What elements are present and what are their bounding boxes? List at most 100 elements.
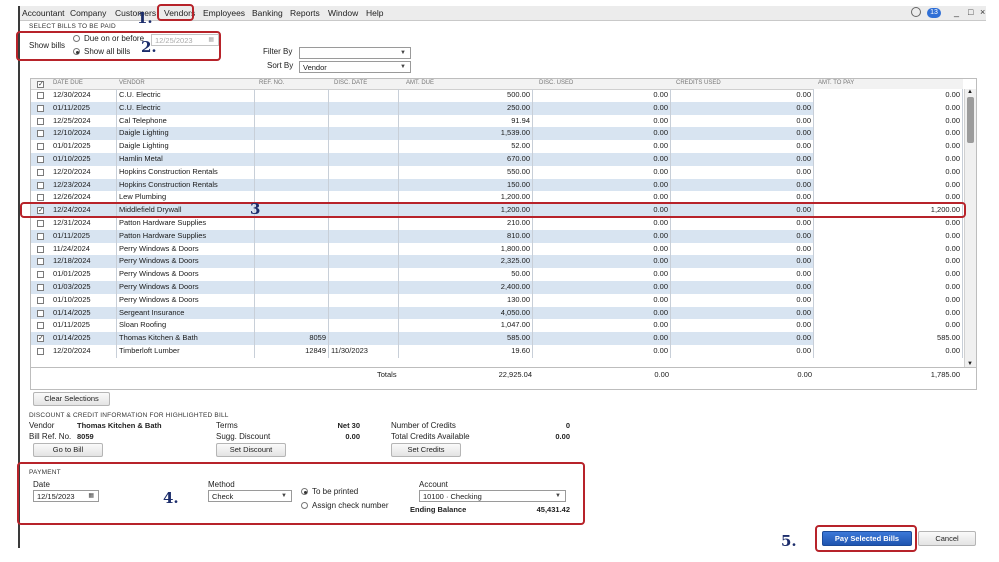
row-checkbox[interactable] bbox=[37, 220, 44, 227]
header-vendor[interactable]: VENDOR bbox=[119, 80, 145, 86]
header-amt-to-pay[interactable]: AMT. TO PAY bbox=[818, 80, 854, 86]
clear-selections-button[interactable]: Clear Selections bbox=[33, 392, 110, 406]
table-row[interactable]: 01/10/2025 Perry Windows & Doors 130.00 0.0… bbox=[31, 293, 963, 307]
minimize-button[interactable]: _ bbox=[954, 7, 959, 17]
row-checkbox[interactable] bbox=[37, 117, 44, 125]
table-row[interactable]: ✓ 01/14/2025 Thomas Kitchen & Bath 8059 585.… bbox=[31, 332, 963, 345]
row-checkbox[interactable] bbox=[37, 143, 44, 151]
header-credits-used[interactable]: CREDITS USED bbox=[676, 80, 721, 86]
row-checkbox[interactable] bbox=[37, 92, 44, 99]
cell-amt-to-pay[interactable]: 0.00 bbox=[814, 114, 963, 128]
cancel-button[interactable]: Cancel bbox=[918, 531, 976, 546]
cell-amt-to-pay[interactable]: 0.00 bbox=[814, 345, 963, 358]
table-row[interactable]: 12/20/2024 Timberloft Lumber 12849 11/30/20… bbox=[31, 345, 963, 358]
row-checkbox[interactable] bbox=[37, 322, 44, 330]
cell-amt-to-pay[interactable]: 0.00 bbox=[814, 178, 963, 192]
cell-date: 01/14/2025 bbox=[51, 332, 117, 345]
row-checkbox[interactable]: ✓ bbox=[37, 335, 44, 343]
close-button[interactable]: × bbox=[980, 7, 985, 17]
cell-amt-to-pay[interactable]: 0.00 bbox=[814, 319, 963, 333]
notification-badge[interactable]: 13 bbox=[927, 8, 941, 18]
table-row[interactable]: 12/25/2024 Cal Telephone 91.94 0.00 0.00 0.00 bbox=[31, 114, 963, 128]
cell-amt-due: 150.00 bbox=[399, 178, 533, 192]
header-amt-due[interactable]: AMT. DUE bbox=[406, 80, 434, 86]
cell-ref bbox=[255, 242, 329, 256]
row-checkbox[interactable] bbox=[37, 232, 44, 240]
menu-employees[interactable]: Employees bbox=[203, 8, 245, 18]
row-checkbox[interactable] bbox=[37, 245, 44, 253]
bills-table: ✓ DATE DUE VENDOR REF. NO. DISC. DATE AM… bbox=[30, 78, 977, 368]
menu-help[interactable]: Help bbox=[366, 8, 383, 18]
table-row[interactable]: 12/23/2024 Hopkins Construction Rentals 15… bbox=[31, 178, 963, 192]
header-ref-no[interactable]: REF. NO. bbox=[259, 80, 284, 86]
scroll-down-icon[interactable]: ▼ bbox=[967, 361, 973, 367]
cell-disc-date bbox=[329, 332, 399, 345]
table-row[interactable]: 01/10/2025 Hamlin Metal 670.00 0.00 0.00 0.00 bbox=[31, 153, 963, 166]
set-discount-button[interactable]: Set Discount bbox=[216, 443, 286, 457]
header-disc-date[interactable]: DISC. DATE bbox=[334, 80, 367, 86]
table-row[interactable]: 12/20/2024 Hopkins Construction Rentals 55… bbox=[31, 165, 963, 179]
row-checkbox[interactable] bbox=[37, 296, 44, 304]
cell-amt-to-pay[interactable]: 0.00 bbox=[814, 153, 963, 166]
table-row[interactable]: 01/11/2025 Sloan Roofing 1,047.00 0.00 0.00 0… bbox=[31, 319, 963, 333]
row-checkbox[interactable] bbox=[37, 258, 44, 266]
table-row[interactable]: 12/31/2024 Patton Hardware Supplies 210.00… bbox=[31, 217, 963, 230]
cell-amt-to-pay[interactable]: 585.00 bbox=[814, 332, 963, 345]
row-checkbox[interactable] bbox=[37, 130, 44, 138]
sort-by-dropdown[interactable]: Vendor ▼ bbox=[299, 61, 411, 73]
table-row[interactable]: 01/11/2025 C.U. Electric 250.00 0.00 0.00 0.0… bbox=[31, 101, 963, 115]
cell-amt-to-pay[interactable]: 0.00 bbox=[814, 229, 963, 243]
menu-company[interactable]: Company bbox=[70, 8, 106, 18]
restore-icon[interactable]: □ bbox=[968, 7, 973, 17]
row-checkbox[interactable] bbox=[37, 271, 44, 279]
row-checkbox[interactable] bbox=[37, 309, 44, 317]
menu-banking[interactable]: Banking bbox=[252, 8, 283, 18]
cell-amt-to-pay[interactable]: 0.00 bbox=[814, 217, 963, 230]
cell-amt-to-pay[interactable]: 0.00 bbox=[814, 306, 963, 320]
table-row[interactable]: 01/14/2025 Sergeant Insurance 4,050.00 0.00… bbox=[31, 306, 963, 320]
table-row[interactable]: 01/01/2025 Perry Windows & Doors 50.00 0.00… bbox=[31, 268, 963, 281]
menu-reports[interactable]: Reports bbox=[290, 8, 320, 18]
cell-amt-to-pay[interactable]: 0.00 bbox=[814, 255, 963, 269]
row-checkbox[interactable] bbox=[37, 104, 44, 112]
cell-amt-to-pay[interactable]: 0.00 bbox=[814, 89, 963, 102]
table-row[interactable]: 12/30/2024 C.U. Electric 500.00 0.00 0.00 0.0… bbox=[31, 89, 963, 102]
go-to-bill-button[interactable]: Go to Bill bbox=[33, 443, 103, 457]
cell-vendor: Perry Windows & Doors bbox=[117, 281, 255, 294]
menu-window[interactable]: Window bbox=[328, 8, 358, 18]
cell-amt-to-pay[interactable]: 0.00 bbox=[814, 281, 963, 294]
cell-amt-to-pay[interactable]: 0.00 bbox=[814, 268, 963, 281]
table-row[interactable]: 12/10/2024 Daigle Lighting 1,539.00 0.00 0.0… bbox=[31, 127, 963, 141]
cell-amt-to-pay[interactable]: 0.00 bbox=[814, 127, 963, 141]
table-row[interactable]: 11/24/2024 Perry Windows & Doors 1,800.00 0… bbox=[31, 242, 963, 256]
set-credits-button[interactable]: Set Credits bbox=[391, 443, 461, 457]
table-scrollbar[interactable]: ▲ ▼ bbox=[964, 89, 976, 367]
clock-icon[interactable] bbox=[911, 7, 921, 17]
annotation-number-5: 5. bbox=[781, 532, 797, 550]
cell-amt-to-pay[interactable]: 0.00 bbox=[814, 140, 963, 153]
cell-amt-to-pay[interactable]: 0.00 bbox=[814, 101, 963, 115]
cell-amt-to-pay[interactable]: 0.00 bbox=[814, 242, 963, 256]
table-row[interactable]: 01/11/2025 Patton Hardware Supplies 810.00… bbox=[31, 229, 963, 243]
vendor-value: Thomas Kitchen & Bath bbox=[77, 421, 162, 430]
table-row[interactable]: 01/03/2025 Perry Windows & Doors 2,400.00 0… bbox=[31, 281, 963, 294]
table-row[interactable]: 01/01/2025 Daigle Lighting 52.00 0.00 0.00 0.… bbox=[31, 140, 963, 153]
header-disc-used[interactable]: DISC. USED bbox=[539, 80, 573, 86]
row-checkbox[interactable] bbox=[37, 348, 44, 355]
row-checkbox[interactable] bbox=[37, 168, 44, 176]
scroll-up-icon[interactable]: ▲ bbox=[967, 89, 973, 95]
row-checkbox[interactable] bbox=[37, 181, 44, 189]
header-date-due[interactable]: DATE DUE bbox=[53, 80, 83, 86]
scroll-thumb[interactable] bbox=[967, 97, 974, 143]
select-all-checkbox[interactable]: ✓ bbox=[37, 80, 44, 88]
table-row[interactable]: 12/18/2024 Perry Windows & Doors 2,325.00 0… bbox=[31, 255, 963, 269]
cell-amt-to-pay[interactable]: 0.00 bbox=[814, 293, 963, 307]
row-checkbox[interactable] bbox=[37, 194, 44, 202]
filter-by-dropdown[interactable]: ▼ bbox=[299, 47, 411, 59]
row-checkbox[interactable] bbox=[37, 284, 44, 291]
cell-credits-used: 0.00 bbox=[671, 242, 814, 256]
menu-accountant[interactable]: Accountant bbox=[22, 8, 65, 18]
row-checkbox[interactable] bbox=[37, 156, 44, 163]
cell-amt-to-pay[interactable]: 0.00 bbox=[814, 165, 963, 179]
total-credits-label: Total Credits Available bbox=[391, 432, 470, 441]
